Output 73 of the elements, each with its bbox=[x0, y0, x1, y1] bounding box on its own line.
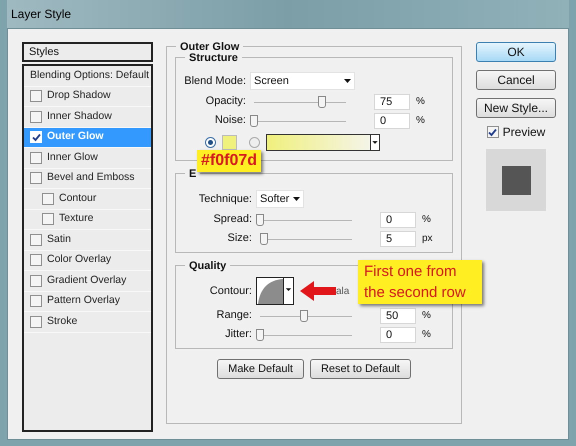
caret-icon bbox=[344, 79, 351, 83]
style-item[interactable]: Texture bbox=[24, 210, 151, 230]
slider-label: Range: bbox=[216, 308, 253, 324]
slider[interactable] bbox=[256, 214, 352, 226]
value-field[interactable]: 75 bbox=[374, 94, 410, 110]
slider-thumb[interactable] bbox=[260, 232, 268, 244]
unit-label: % bbox=[416, 114, 425, 128]
checkbox[interactable] bbox=[486, 126, 499, 138]
technique-label: Technique: bbox=[198, 192, 253, 207]
style-item[interactable]: Pattern Overlay bbox=[24, 292, 151, 312]
style-item[interactable]: Drop Shadow bbox=[24, 86, 151, 107]
contour-curve-icon bbox=[257, 278, 283, 304]
checkbox[interactable] bbox=[30, 234, 42, 246]
slider[interactable] bbox=[250, 114, 346, 126]
arrow-icon bbox=[300, 281, 336, 301]
checkbox[interactable] bbox=[30, 295, 42, 308]
unit-label: % bbox=[416, 95, 425, 109]
preview-label: Preview bbox=[502, 124, 546, 141]
slider-thumb[interactable] bbox=[256, 328, 264, 340]
style-item[interactable]: Bevel and Emboss bbox=[24, 168, 151, 189]
dialog-button[interactable]: Cancel bbox=[476, 70, 556, 90]
ok-button[interactable]: OK bbox=[476, 42, 556, 62]
slider-thumb[interactable] bbox=[256, 214, 264, 226]
dropdown[interactable]: Softer bbox=[256, 190, 304, 208]
slider-label: Size: bbox=[226, 231, 253, 246]
group-title: Quality bbox=[185, 258, 230, 274]
value-field[interactable]: 0 bbox=[380, 326, 416, 342]
styles-header[interactable]: Styles bbox=[22, 42, 153, 62]
checkbox[interactable] bbox=[30, 316, 42, 328]
slider-label: Spread: bbox=[212, 212, 253, 228]
checkbox[interactable] bbox=[30, 110, 42, 123]
slider-label: Noise: bbox=[214, 113, 247, 128]
anti-alias-label: ala bbox=[336, 284, 350, 298]
caret-icon bbox=[283, 278, 293, 304]
checkbox[interactable] bbox=[42, 192, 54, 205]
blend-mode-label: Blend Mode: bbox=[183, 74, 247, 89]
color-swatch[interactable] bbox=[222, 134, 237, 150]
checkbox[interactable] bbox=[30, 90, 42, 102]
unit-label: % bbox=[422, 213, 431, 227]
unit-label: px bbox=[422, 232, 433, 246]
color-annotation: #f0f07d bbox=[197, 150, 262, 172]
caret-icon bbox=[370, 134, 379, 150]
radio-button[interactable] bbox=[205, 136, 216, 148]
checkbox[interactable] bbox=[30, 152, 42, 164]
preview-thumbnail bbox=[486, 149, 546, 211]
slider-thumb[interactable] bbox=[250, 114, 258, 126]
slider[interactable] bbox=[256, 328, 352, 340]
dialog-button[interactable]: Reset to Default bbox=[310, 359, 411, 379]
contour-picker[interactable] bbox=[256, 277, 294, 305]
slider-label: Jitter: bbox=[224, 327, 253, 342]
dialog-button[interactable]: Make Default bbox=[217, 359, 304, 379]
contour-label: Contour: bbox=[208, 284, 253, 299]
window-title: Layer Style bbox=[11, 6, 72, 23]
unit-label: % bbox=[422, 328, 431, 342]
slider-thumb[interactable] bbox=[300, 310, 308, 322]
unit-label: % bbox=[422, 309, 431, 323]
style-item[interactable]: Color Overlay bbox=[24, 250, 151, 271]
radio-button[interactable] bbox=[249, 136, 260, 148]
value-field[interactable]: 50 bbox=[380, 308, 416, 324]
checkbox[interactable] bbox=[42, 213, 54, 226]
callout-annotation: First one from the second row bbox=[358, 260, 482, 304]
checkbox[interactable] bbox=[30, 274, 42, 287]
caret-icon bbox=[293, 197, 300, 201]
dropdown[interactable]: Screen bbox=[250, 72, 355, 90]
dialog-button[interactable]: New Style... bbox=[476, 98, 556, 118]
value-field[interactable]: 0 bbox=[380, 212, 416, 228]
checkbox[interactable] bbox=[30, 254, 42, 266]
slider-thumb[interactable] bbox=[318, 96, 326, 108]
checkbox[interactable] bbox=[30, 172, 42, 184]
slider-label: Opacity: bbox=[204, 94, 247, 110]
gradient-picker[interactable] bbox=[266, 134, 380, 150]
value-field[interactable]: 5 bbox=[380, 230, 416, 246]
value-field[interactable]: 0 bbox=[374, 112, 410, 128]
